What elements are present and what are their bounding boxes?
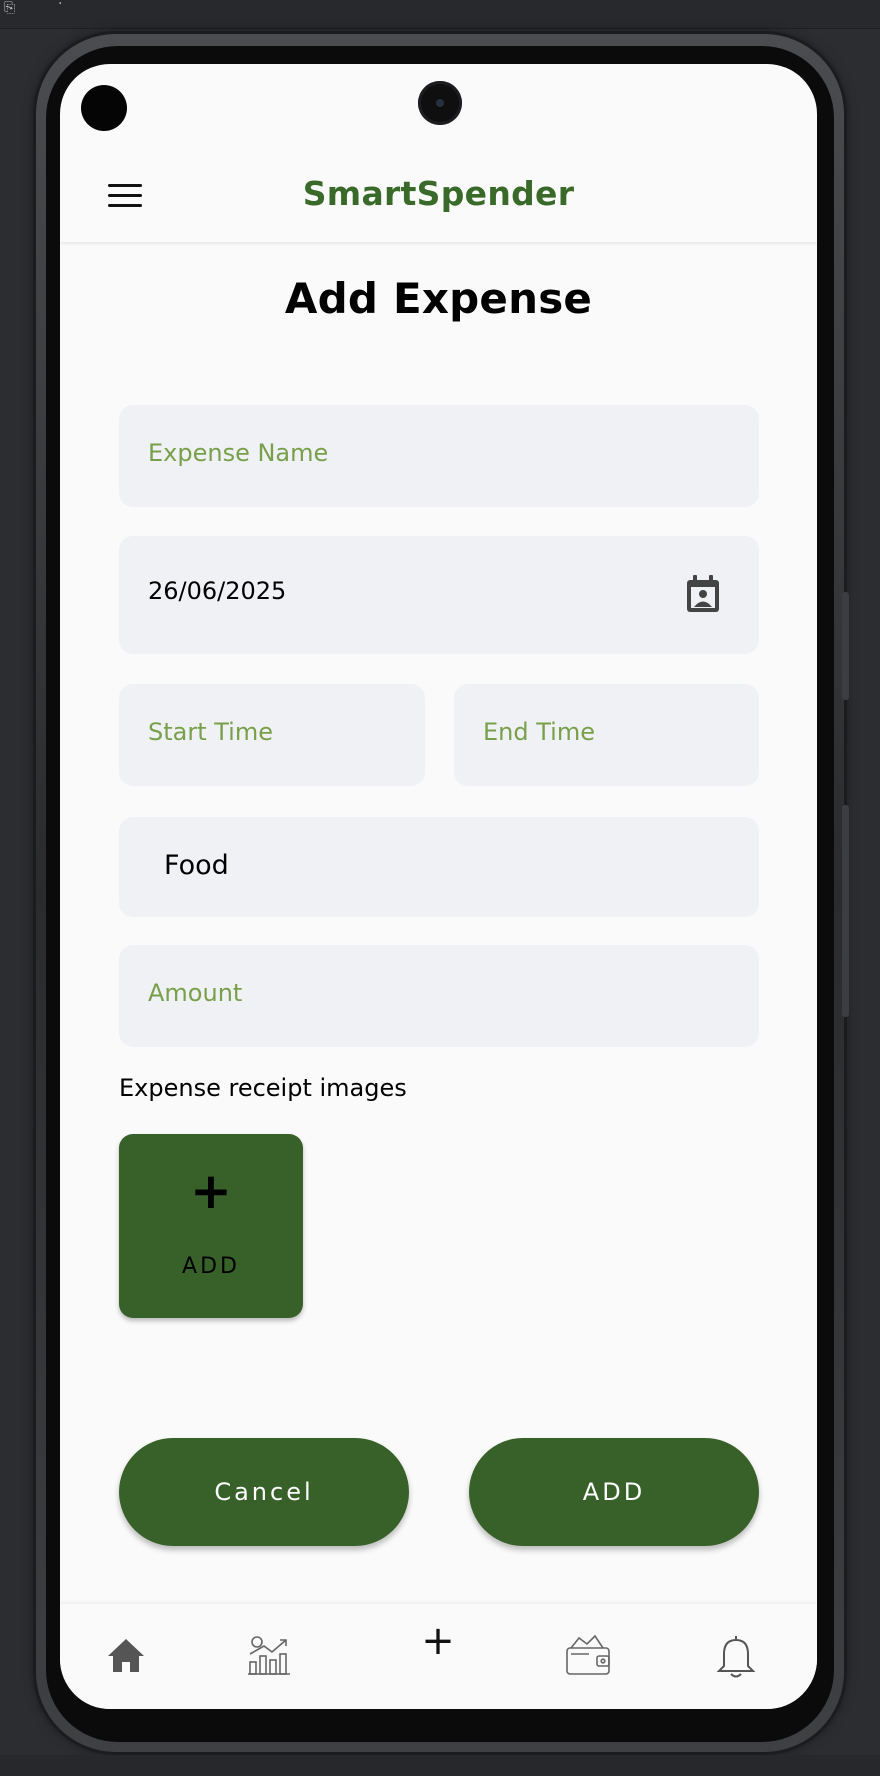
phone-screen: SmartSpender Add Expense Expense Name 26…: [60, 64, 817, 1709]
page-title: Add Expense: [284, 274, 593, 323]
bell-icon: [716, 1636, 756, 1678]
amount-field[interactable]: Amount: [119, 945, 759, 1047]
home-icon: [108, 1639, 144, 1672]
add-receipt-image-button[interactable]: + ADD: [119, 1134, 303, 1318]
device-icon: ⎘: [4, 0, 16, 16]
nav-wallet[interactable]: [559, 1630, 619, 1680]
nav-home[interactable]: [96, 1630, 156, 1680]
plus-icon: +: [421, 1618, 455, 1664]
cancel-button[interactable]: Cancel: [119, 1438, 409, 1546]
nav-notifications[interactable]: [706, 1630, 766, 1680]
app-title: SmartSpender: [302, 174, 575, 213]
category-dropdown[interactable]: Food: [119, 817, 759, 917]
expense-name-field[interactable]: Expense Name: [119, 405, 759, 507]
bottom-navigation: +: [60, 1604, 817, 1709]
camera-cutout: [81, 85, 127, 131]
end-time-field[interactable]: End Time: [454, 684, 759, 786]
amount-placeholder: Amount: [148, 979, 243, 1007]
front-camera: [418, 81, 462, 125]
wallet-icon: [566, 1634, 610, 1675]
date-field[interactable]: 26/06/2025: [119, 536, 759, 654]
start-time-field[interactable]: Start Time: [119, 684, 425, 786]
start-time-placeholder: Start Time: [148, 718, 273, 746]
app-bar: SmartSpender: [60, 156, 817, 242]
plus-icon: +: [190, 1162, 232, 1220]
power-button: [842, 805, 849, 1017]
calendar-icon[interactable]: [685, 574, 721, 614]
volume-button: [842, 592, 849, 700]
analytics-icon: [248, 1636, 290, 1675]
desktop-top-bar: ⎘ ·: [0, 0, 880, 29]
receipt-images-label: Expense receipt images: [119, 1074, 407, 1102]
nav-analytics[interactable]: [240, 1630, 300, 1680]
more-dots-icon: ·: [58, 0, 63, 12]
add-expense-button[interactable]: ADD: [469, 1438, 759, 1546]
end-time-placeholder: End Time: [483, 718, 595, 746]
desktop-bottom-bar: [0, 1755, 880, 1776]
category-value: Food: [164, 850, 229, 881]
date-value: 26/06/2025: [148, 577, 287, 605]
expense-name-placeholder: Expense Name: [148, 439, 329, 467]
nav-add[interactable]: +: [408, 1618, 468, 1668]
add-receipt-label: ADD: [182, 1254, 240, 1279]
